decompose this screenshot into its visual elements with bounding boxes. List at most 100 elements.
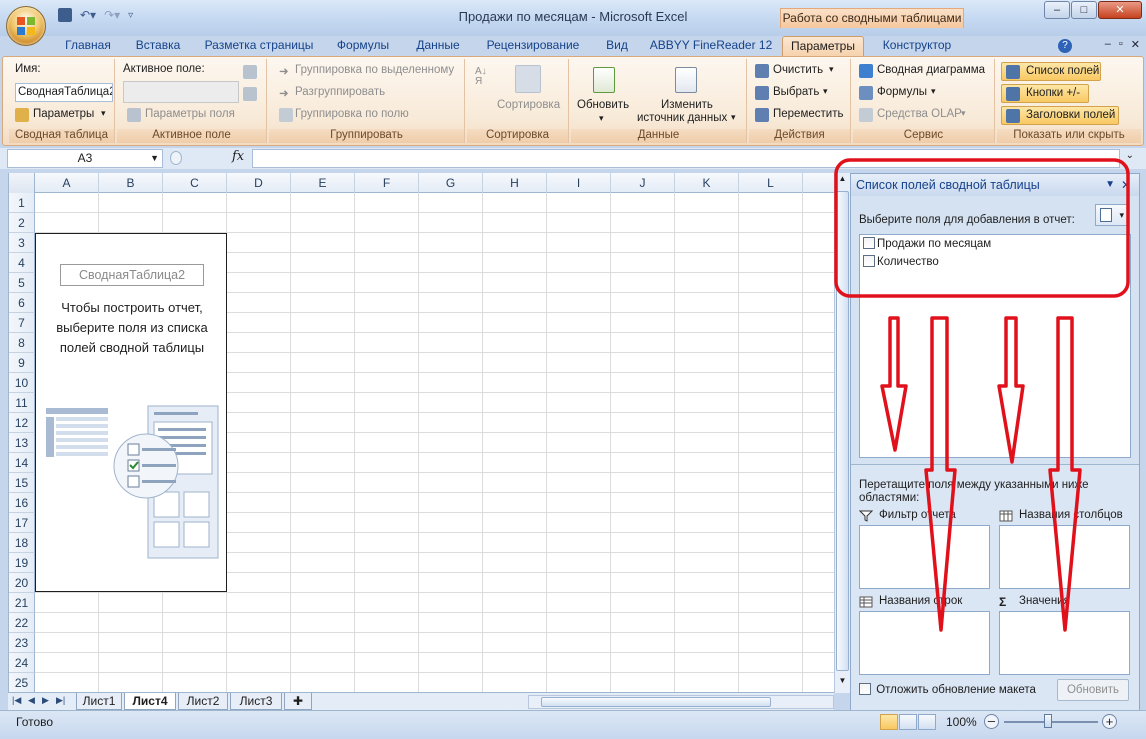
column-header[interactable]: L <box>739 173 803 193</box>
field-item[interactable]: Продажи по месяцам <box>863 236 991 252</box>
field-list-toggle[interactable]: Список полей <box>1001 62 1101 81</box>
column-header[interactable]: K <box>675 173 739 193</box>
tab-review[interactable]: Рецензирование <box>478 36 588 56</box>
tab-data[interactable]: Данные <box>406 36 470 56</box>
tab-home[interactable]: Главная <box>56 36 120 56</box>
formula-expand-icon[interactable]: ⌄ <box>1126 150 1134 161</box>
row-header[interactable]: 14 <box>9 453 35 473</box>
select-all-corner[interactable] <box>9 173 35 193</box>
refresh-icon[interactable] <box>593 67 615 93</box>
formula-bar-expand-icon[interactable] <box>170 151 182 165</box>
office-button[interactable] <box>6 6 46 46</box>
sheet-tab[interactable]: Лист1 <box>76 693 122 710</box>
select-button[interactable]: Выбрать <box>773 86 819 98</box>
normal-view-button[interactable] <box>880 714 898 730</box>
clear-button[interactable]: Очистить <box>773 64 823 76</box>
chevron-down-icon[interactable]: ▾ <box>829 64 834 75</box>
change-source-button-line2[interactable]: источник данных <box>637 112 727 124</box>
row-header[interactable]: 4 <box>9 253 35 273</box>
row-header[interactable]: 20 <box>9 573 35 593</box>
maximize-button[interactable]: □ <box>1071 1 1097 19</box>
defer-update-checkbox[interactable]: Отложить обновление макета <box>859 683 1036 696</box>
chevron-down-icon[interactable]: ▾ <box>823 86 828 97</box>
formulas-button[interactable]: Формулы <box>877 86 927 98</box>
row-header[interactable]: 15 <box>9 473 35 493</box>
column-header[interactable]: H <box>483 173 547 193</box>
minimize-button[interactable]: – <box>1044 1 1070 19</box>
chevron-down-icon[interactable]: ▾ <box>931 86 936 97</box>
tab-insert[interactable]: Вставка <box>124 36 192 56</box>
zoom-level[interactable]: 100% <box>946 715 977 729</box>
layout-options-button[interactable]: ▾ <box>1095 204 1129 226</box>
row-header[interactable]: 2 <box>9 213 35 233</box>
row-header[interactable]: 8 <box>9 333 35 353</box>
column-header[interactable]: G <box>419 173 483 193</box>
row-header[interactable]: 11 <box>9 393 35 413</box>
column-header[interactable]: F <box>355 173 419 193</box>
values-drop-area[interactable] <box>999 611 1130 675</box>
row-header[interactable]: 25 <box>9 673 35 693</box>
pane-options-icon[interactable]: ▼ <box>1105 174 1115 196</box>
chevron-down-icon[interactable]: ▾ <box>599 113 604 124</box>
row-header[interactable]: 19 <box>9 553 35 573</box>
row-header[interactable]: 23 <box>9 633 35 653</box>
pivot-name-input[interactable]: СводнаяТаблица2 <box>15 83 113 102</box>
ribbon-restore-icon[interactable]: ▫ <box>1119 38 1123 51</box>
field-checkbox[interactable] <box>863 237 875 249</box>
close-button[interactable]: ✕ <box>1098 1 1142 19</box>
page-break-view-button[interactable] <box>918 714 936 730</box>
report-filter-drop-area[interactable] <box>859 525 990 589</box>
change-source-icon[interactable] <box>675 67 697 93</box>
ribbon-close-icon[interactable]: ✕ <box>1131 38 1140 51</box>
page-layout-view-button[interactable] <box>899 714 917 730</box>
zoom-slider-thumb[interactable] <box>1044 714 1052 728</box>
tab-abbyy[interactable]: ABBYY FineReader 12 <box>644 36 778 56</box>
chevron-down-icon[interactable]: ▼ <box>150 150 159 167</box>
chevron-down-icon[interactable]: ▾ <box>101 108 106 119</box>
first-sheet-icon[interactable]: |◀ <box>12 695 21 706</box>
tab-view[interactable]: Вид <box>596 36 638 56</box>
column-header[interactable]: J <box>611 173 675 193</box>
row-header[interactable]: 13 <box>9 433 35 453</box>
row-header[interactable]: 6 <box>9 293 35 313</box>
row-header[interactable]: 16 <box>9 493 35 513</box>
sheet-tab-active[interactable]: Лист4 <box>124 693 176 710</box>
row-header[interactable]: 17 <box>9 513 35 533</box>
close-icon[interactable]: ✕ <box>1121 174 1131 196</box>
vertical-scroll-thumb[interactable] <box>836 191 849 671</box>
chevron-down-icon[interactable]: ▾ <box>731 112 736 123</box>
row-header[interactable]: 7 <box>9 313 35 333</box>
row-header[interactable]: 1 <box>9 193 35 213</box>
field-headers-toggle[interactable]: Заголовки полей <box>1001 106 1119 125</box>
move-button[interactable]: Переместить <box>773 108 843 120</box>
column-header[interactable]: I <box>547 173 611 193</box>
help-icon[interactable]: ? <box>1058 39 1072 53</box>
row-header[interactable]: 21 <box>9 593 35 613</box>
zoom-out-button[interactable]: – <box>984 714 999 729</box>
scroll-down-icon[interactable]: ▼ <box>836 676 849 690</box>
column-header[interactable]: A <box>35 173 99 193</box>
field-checkbox[interactable] <box>863 255 875 267</box>
defer-checkbox[interactable] <box>859 683 871 695</box>
tab-design[interactable]: Конструктор <box>870 36 964 56</box>
scroll-up-icon[interactable]: ▲ <box>836 174 849 188</box>
vertical-scrollbar[interactable]: ▲ ▼ <box>834 173 850 693</box>
pivot-options-button[interactable]: Параметры <box>33 108 94 120</box>
field-item[interactable]: Количество <box>863 254 939 270</box>
refresh-button[interactable]: Обновить <box>577 99 629 111</box>
tab-options[interactable]: Параметры <box>782 36 864 56</box>
sheet-tab[interactable]: Лист3 <box>230 693 282 710</box>
prev-sheet-icon[interactable]: ◀ <box>28 695 35 706</box>
column-header[interactable]: C <box>163 173 227 193</box>
last-sheet-icon[interactable]: ▶| <box>56 695 65 706</box>
row-labels-drop-area[interactable] <box>859 611 990 675</box>
horizontal-scrollbar[interactable] <box>528 695 834 709</box>
row-header[interactable]: 24 <box>9 653 35 673</box>
row-header[interactable]: 5 <box>9 273 35 293</box>
buttons-toggle[interactable]: Кнопки +/- <box>1001 84 1089 103</box>
worksheet-grid[interactable]: A B C D E F G H I J K L 1 2 3 4 5 6 7 8 9 10 11 12 1… <box>8 173 834 693</box>
insert-function-button[interactable]: fx <box>232 149 244 164</box>
insert-sheet-icon[interactable]: ✚ <box>284 693 312 710</box>
row-header[interactable]: 9 <box>9 353 35 373</box>
row-header[interactable]: 18 <box>9 533 35 553</box>
